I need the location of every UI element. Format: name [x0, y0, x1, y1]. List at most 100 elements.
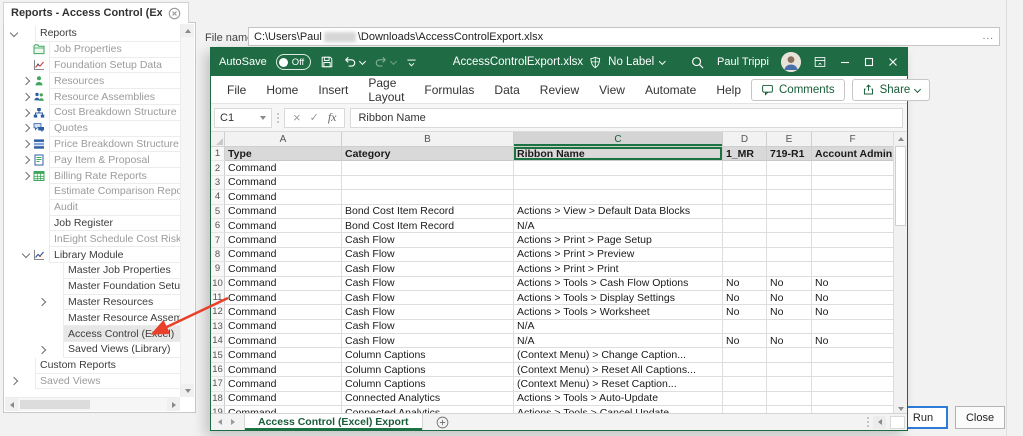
file-name-input[interactable]: C:\Users\Paul \Downloads\AccessControlEx…: [248, 27, 1000, 46]
row-number-18[interactable]: 18: [211, 392, 225, 406]
cell-A4[interactable]: Command: [225, 190, 342, 204]
tree-item-master-job-properties[interactable]: Master Job Properties: [5, 263, 180, 279]
cell-D10[interactable]: No: [723, 277, 767, 291]
cell-D6[interactable]: [723, 219, 767, 233]
scroll-down-icon[interactable]: [181, 384, 194, 397]
tab-bar-resize-handle[interactable]: [867, 417, 869, 427]
redo-button[interactable]: [374, 55, 396, 69]
ribbon-tab-insert[interactable]: Insert: [308, 76, 358, 103]
cell-D16[interactable]: [723, 363, 767, 377]
column-header-A[interactable]: A: [225, 132, 342, 146]
chevron-right-icon[interactable]: [10, 377, 18, 385]
cell-E18[interactable]: [767, 392, 812, 406]
cell-A14[interactable]: Command: [225, 334, 342, 348]
cell-D7[interactable]: [723, 233, 767, 247]
confirm-entry-icon[interactable]: ✓: [310, 111, 319, 124]
cell-E7[interactable]: [767, 233, 812, 247]
sensitivity-shield-icon[interactable]: [589, 56, 602, 69]
cell-B8[interactable]: Cash Flow: [342, 248, 514, 262]
maximize-icon[interactable]: [863, 56, 875, 68]
scrollbar-thumb[interactable]: [895, 146, 906, 226]
cell-F15[interactable]: [812, 348, 894, 362]
ribbon-tab-automate[interactable]: Automate: [635, 76, 706, 103]
search-icon[interactable]: [690, 55, 705, 70]
chevron-right-icon[interactable]: [22, 108, 30, 116]
cell-C9[interactable]: Actions > Print > Print: [514, 262, 723, 276]
cell-C8[interactable]: Actions > Print > Preview: [514, 248, 723, 262]
cell-A15[interactable]: Command: [225, 348, 342, 362]
tree-item-job-properties[interactable]: Job Properties: [5, 42, 180, 58]
cell-E10[interactable]: No: [767, 277, 812, 291]
cell-B4[interactable]: [342, 190, 514, 204]
cell-F17[interactable]: [812, 377, 894, 391]
cell-A6[interactable]: Command: [225, 219, 342, 233]
chevron-right-icon[interactable]: [22, 140, 30, 148]
cell-C12[interactable]: Actions > Tools > Worksheet: [514, 305, 723, 319]
cell-E15[interactable]: [767, 348, 812, 362]
cell-E5[interactable]: [767, 205, 812, 219]
cell-E14[interactable]: No: [767, 334, 812, 348]
tree-item-pay-item-proposal[interactable]: Pay Item & Proposal: [5, 152, 180, 168]
cell-C7[interactable]: Actions > Print > Page Setup: [514, 233, 723, 247]
cell-E11[interactable]: No: [767, 291, 812, 305]
cell-A3[interactable]: Command: [225, 176, 342, 190]
row-number-4[interactable]: 4: [211, 190, 225, 204]
chevron-right-icon[interactable]: [38, 345, 46, 353]
cell-E1[interactable]: 719-R1: [767, 147, 812, 161]
cell-C4[interactable]: [514, 190, 723, 204]
tree-item-resources[interactable]: Resources: [5, 73, 180, 89]
cell-D18[interactable]: [723, 392, 767, 406]
row-number-2[interactable]: 2: [211, 161, 225, 175]
cell-C16[interactable]: (Context Menu) > Reset All Captions...: [514, 363, 723, 377]
column-header-C[interactable]: C: [514, 132, 723, 146]
tree-item-custom-reports[interactable]: Custom Reports: [5, 358, 180, 374]
tree-horizontal-scrollbar[interactable]: [5, 397, 180, 411]
cell-B3[interactable]: [342, 176, 514, 190]
cell-A18[interactable]: Command: [225, 392, 342, 406]
cell-C17[interactable]: (Context Menu) > Reset Caption...: [514, 377, 723, 391]
cell-A10[interactable]: Command: [225, 277, 342, 291]
formula-bar-resize-handle[interactable]: [277, 113, 279, 123]
cell-E16[interactable]: [767, 363, 812, 377]
cell-A11[interactable]: Command: [225, 291, 342, 305]
cell-B7[interactable]: Cash Flow: [342, 233, 514, 247]
scroll-left-icon[interactable]: [873, 416, 886, 429]
cell-D14[interactable]: No: [723, 334, 767, 348]
chevron-down-icon[interactable]: [10, 29, 18, 37]
save-icon[interactable]: [320, 55, 334, 69]
name-box[interactable]: C1: [214, 108, 272, 128]
row-number-5[interactable]: 5: [211, 205, 225, 219]
cell-D11[interactable]: No: [723, 291, 767, 305]
cell-F16[interactable]: [812, 363, 894, 377]
tree-item-quotes[interactable]: Quotes: [5, 121, 180, 137]
cell-A1[interactable]: Type: [225, 147, 342, 161]
tree-item-saved-views[interactable]: Saved Views: [5, 374, 180, 390]
column-header-F[interactable]: F: [812, 132, 894, 146]
formula-input[interactable]: Ribbon Name: [350, 108, 903, 128]
browse-button[interactable]: ...: [983, 33, 994, 41]
cell-B5[interactable]: Bond Cost Item Record: [342, 205, 514, 219]
cancel-entry-icon[interactable]: ×: [293, 110, 301, 125]
horizontal-scrollbar-thumb[interactable]: [890, 416, 905, 429]
ribbon-tab-page-layout[interactable]: Page Layout: [358, 76, 414, 103]
next-sheet-icon[interactable]: [231, 419, 235, 425]
ribbon-tab-data[interactable]: Data: [484, 76, 529, 103]
chevron-right-icon[interactable]: [38, 298, 46, 306]
tree-item-cost-breakdown-structure[interactable]: Cost Breakdown Structure: [5, 105, 180, 121]
row-number-7[interactable]: 7: [211, 233, 225, 247]
cell-C15[interactable]: (Context Menu) > Change Caption...: [514, 348, 723, 362]
cell-E8[interactable]: [767, 248, 812, 262]
new-sheet-icon[interactable]: [436, 416, 449, 429]
ribbon-tab-formulas[interactable]: Formulas: [414, 76, 484, 103]
tree-item-resource-assemblies[interactable]: Resource Assemblies: [5, 89, 180, 105]
minimize-icon[interactable]: [839, 56, 851, 68]
tree-item-price-breakdown-structure[interactable]: Price Breakdown Structure: [5, 137, 180, 153]
cell-D2[interactable]: [723, 161, 767, 175]
cell-D13[interactable]: [723, 320, 767, 334]
cell-D9[interactable]: [723, 262, 767, 276]
cell-F9[interactable]: [812, 262, 894, 276]
cell-F6[interactable]: [812, 219, 894, 233]
cell-D3[interactable]: [723, 176, 767, 190]
row-number-6[interactable]: 6: [211, 219, 225, 233]
cell-E9[interactable]: [767, 262, 812, 276]
